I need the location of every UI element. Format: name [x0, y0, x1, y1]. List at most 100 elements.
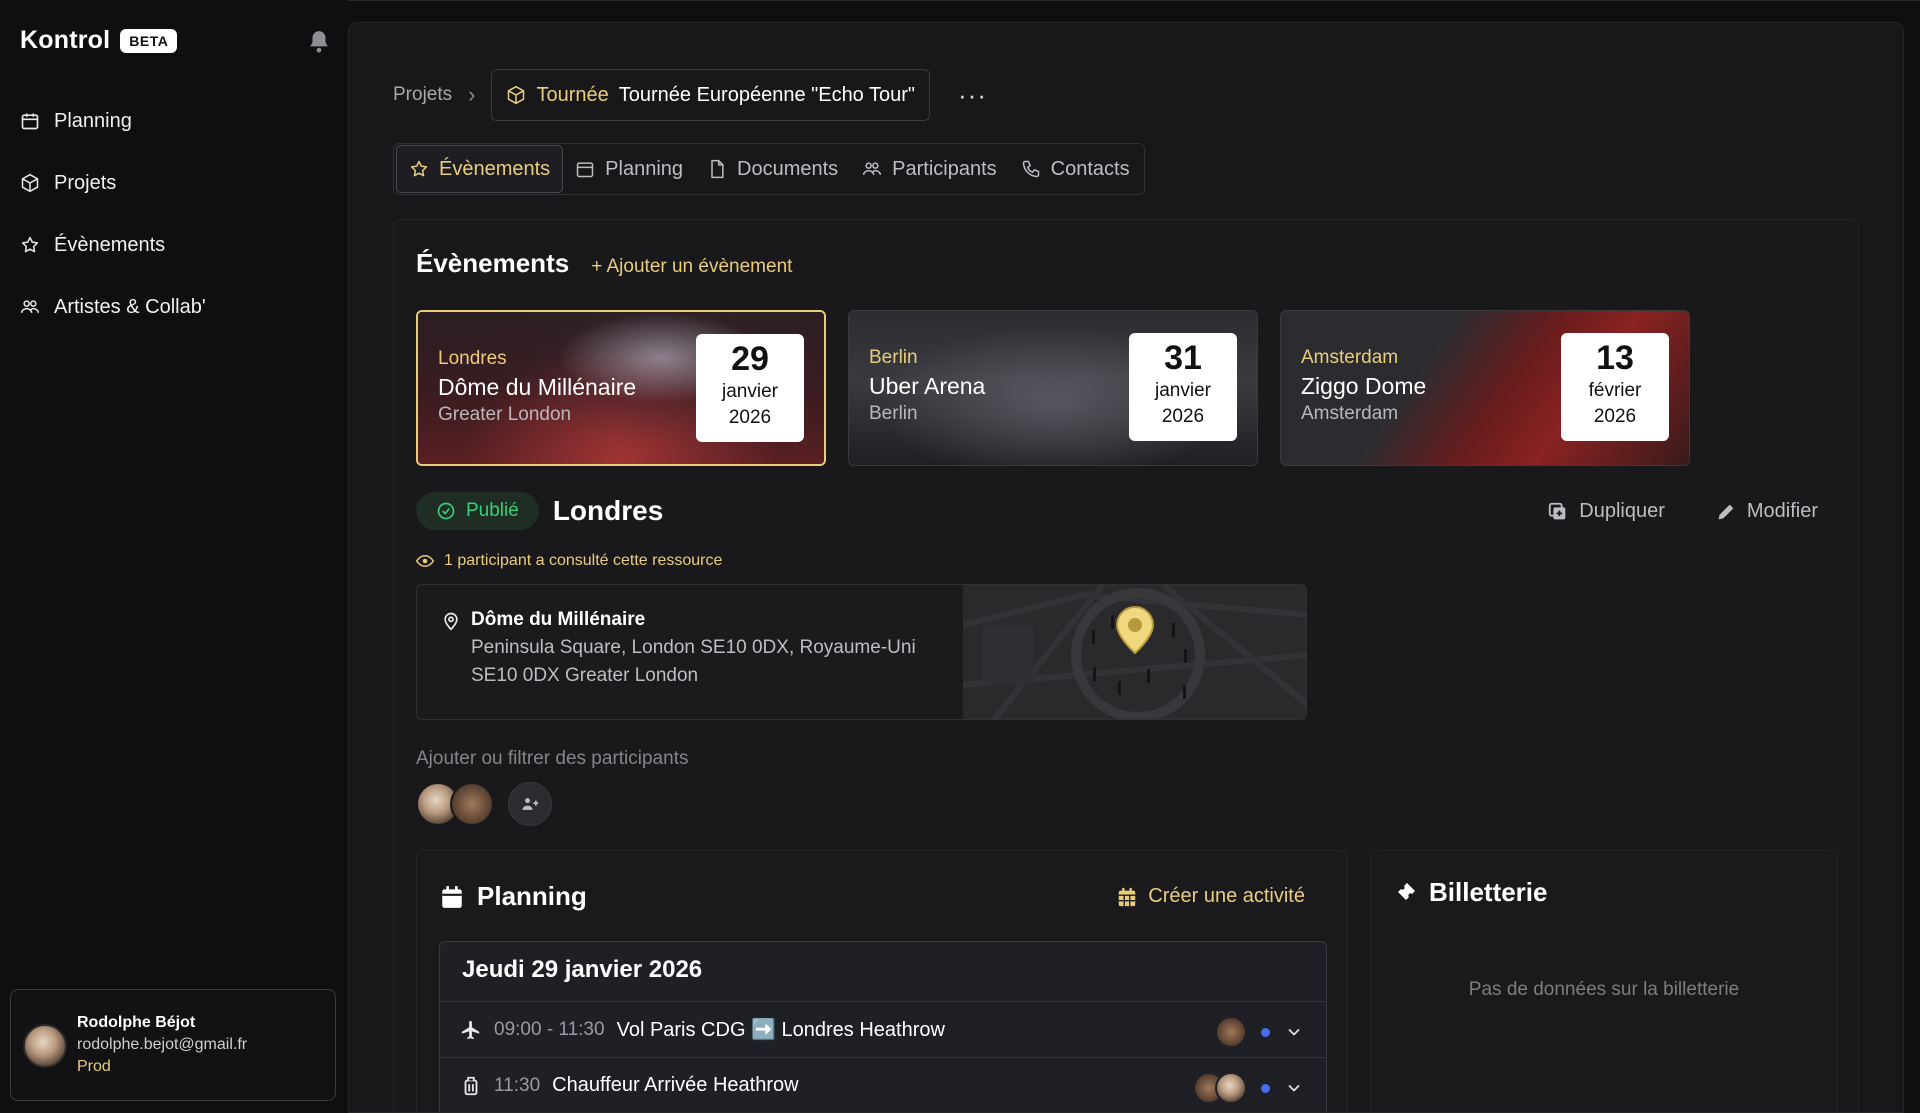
list-item[interactable]: 09:00 - 11:30 Vol Paris CDG ➡️ Londres H… — [440, 1002, 1326, 1058]
avatar — [1215, 1072, 1247, 1104]
location-name: Dôme du Millénaire — [471, 609, 646, 630]
event-day: 29 — [731, 340, 769, 378]
event-day: 13 — [1596, 339, 1634, 377]
activity-time: 09:00 - 11:30 — [494, 1018, 605, 1040]
event-date: 31 janvier 2026 — [1129, 333, 1237, 441]
add-participant-button[interactable] — [508, 782, 552, 826]
tab-planning[interactable]: Planning — [563, 145, 695, 193]
event-year: 2026 — [1161, 406, 1205, 427]
beta-badge: BETA — [120, 28, 178, 53]
chevron-down-icon[interactable] — [1284, 1022, 1304, 1042]
main-panel: Projets › Tournée Tournée Européenne "Ec… — [348, 22, 1904, 1113]
event-cards: Londres Dôme du Millénaire Greater Londo… — [416, 310, 1690, 466]
user-name: Rodolphe Béjot — [77, 1014, 196, 1031]
event-venue: Uber Arena — [869, 373, 986, 399]
event-card-londres[interactable]: Londres Dôme du Millénaire Greater Londo… — [416, 310, 826, 466]
day-title: Jeudi 29 janvier 2026 — [440, 942, 1326, 1002]
event-card-berlin[interactable]: Berlin Uber Arena Berlin 31 janvier 2026 — [848, 310, 1258, 466]
day-block: Jeudi 29 janvier 2026 09:00 - 11:30 Vol … — [439, 941, 1327, 1112]
billetterie-header: Billetterie — [1393, 877, 1548, 908]
map-preview[interactable] — [963, 585, 1306, 719]
event-venue: Ziggo Dome — [1301, 373, 1427, 399]
edit-label: Modifier — [1746, 500, 1818, 522]
location-postal: SE10 0DX Greater London — [471, 665, 699, 686]
user-card[interactable]: Rodolphe Béjot rodolphe.bejot@gmail.fr P… — [10, 989, 336, 1101]
activity-meta — [1193, 1072, 1304, 1104]
event-city: Londres — [438, 348, 507, 369]
sidebar-item-evenements[interactable]: Évènements — [20, 214, 206, 276]
billetterie-empty: Pas de données sur la billetterie — [1468, 979, 1740, 1000]
tab-contacts[interactable]: Contacts — [1009, 145, 1142, 193]
create-activity-button[interactable]: Créer une activité — [1116, 885, 1305, 908]
brand-name: Kontrol — [20, 26, 111, 54]
events-header: Évènements + Ajouter un évènement — [416, 248, 792, 279]
status-label: Publié — [466, 500, 519, 521]
tab-documents[interactable]: Documents — [695, 145, 850, 193]
planning-title: Planning — [477, 881, 587, 911]
calendar-icon — [20, 111, 40, 131]
list-item[interactable]: 11:30 Chauffeur Arrivée Heathrow — [440, 1058, 1326, 1112]
calendar-icon — [439, 884, 465, 910]
edit-button[interactable]: Modifier — [1715, 500, 1818, 523]
location-card[interactable]: Dôme du Millénaire Peninsula Square, Lon… — [416, 584, 1307, 720]
sidebar-item-planning[interactable]: Planning — [20, 90, 206, 152]
tab-participants[interactable]: Participants — [850, 145, 1009, 193]
status-badge[interactable]: Publié — [416, 492, 539, 530]
tab-bar: Évènements Planning Documents Participan… — [393, 143, 1145, 195]
people-icon — [862, 159, 882, 179]
event-day: 31 — [1164, 339, 1202, 377]
participants-filter[interactable]: Ajouter ou filtrer des participants — [416, 748, 688, 770]
sidebar-item-artistes[interactable]: Artistes & Collab' — [20, 276, 206, 338]
event-card-amsterdam[interactable]: Amsterdam Ziggo Dome Amsterdam 13 févrie… — [1280, 310, 1690, 466]
breadcrumb-project[interactable]: Tournée Tournée Européenne "Echo Tour" — [491, 69, 931, 121]
calendar-grid-icon — [1116, 886, 1138, 908]
brand: Kontrol BETA — [20, 26, 178, 55]
billetterie-panel: Billetterie Pas de données sur la billet… — [1370, 850, 1838, 1112]
phone-icon — [1021, 159, 1041, 179]
pencil-icon — [1715, 501, 1737, 523]
sidebar-item-projets[interactable]: Projets — [20, 152, 206, 214]
event-city: Amsterdam — [1301, 347, 1399, 368]
event-region: Amsterdam — [1301, 403, 1399, 424]
cube-icon — [20, 173, 40, 193]
tab-evenements[interactable]: Évènements — [396, 145, 564, 193]
sidebar-item-label: Artistes & Collab' — [54, 295, 206, 318]
document-icon — [707, 159, 727, 179]
cube-icon — [506, 85, 526, 105]
event-city: Berlin — [869, 347, 918, 368]
chevron-down-icon[interactable] — [1284, 1078, 1304, 1098]
duplicate-icon — [1547, 501, 1569, 523]
planning-panel: Planning Créer une activité Jeudi 29 jan… — [416, 850, 1348, 1112]
sidebar-item-label: Évènements — [54, 233, 166, 256]
billetterie-title: Billetterie — [1429, 877, 1548, 907]
bell-icon[interactable] — [306, 29, 334, 57]
add-user-icon — [520, 794, 540, 814]
duplicate-button[interactable]: Dupliquer — [1547, 500, 1665, 523]
more-options-button[interactable]: ··· — [958, 80, 987, 111]
activity-time: 11:30 — [494, 1074, 541, 1096]
event-region: Berlin — [869, 403, 918, 424]
tab-label: Documents — [737, 157, 839, 180]
location-address: Peninsula Square, London SE10 0DX, Royau… — [471, 637, 916, 658]
avatar — [1215, 1016, 1247, 1048]
project-title: Tournée Européenne "Echo Tour" — [618, 83, 916, 106]
check-circle-icon — [436, 501, 456, 521]
event-status-row: Publié Londres — [416, 492, 663, 530]
eye-icon — [416, 552, 434, 570]
ticket-icon — [1393, 881, 1417, 905]
viewed-notice: 1 participant a consulté cette ressource — [416, 552, 722, 570]
calendar-icon — [575, 159, 595, 179]
sidebar-nav: Planning Projets Évènements Artistes & C… — [20, 90, 206, 338]
avatar[interactable] — [450, 782, 494, 826]
event-actions: Dupliquer Modifier — [1547, 500, 1818, 523]
breadcrumb-projets[interactable]: Projets — [393, 84, 452, 106]
duplicate-label: Dupliquer — [1579, 500, 1665, 522]
events-content: Évènements + Ajouter un évènement Londre… — [393, 219, 1859, 1112]
participants-avatars — [416, 782, 552, 826]
luggage-icon — [460, 1075, 482, 1097]
star-icon — [20, 235, 40, 255]
breadcrumb: Projets › Tournée Tournée Européenne "Ec… — [393, 69, 987, 121]
tab-label: Planning — [605, 157, 684, 180]
add-event-button[interactable]: + Ajouter un évènement — [591, 256, 792, 278]
activity-meta — [1215, 1016, 1304, 1048]
